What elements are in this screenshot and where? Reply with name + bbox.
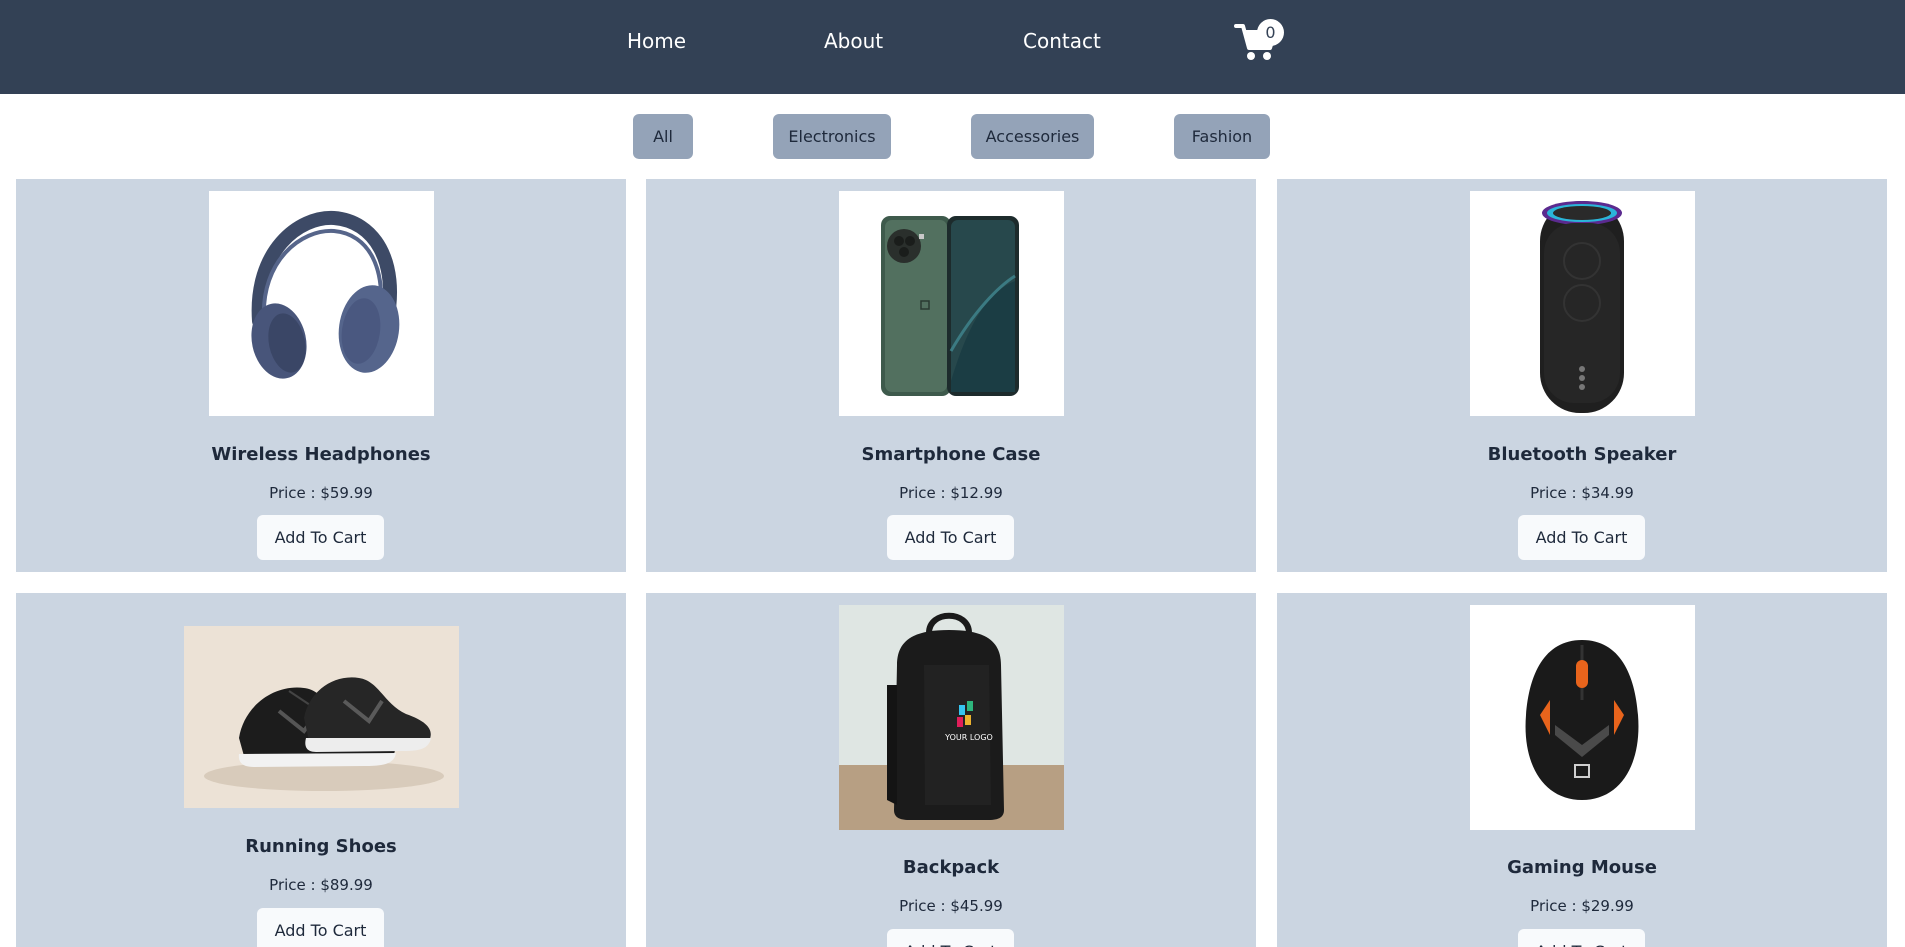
speaker-image bbox=[1470, 191, 1695, 416]
filter-accessories-button[interactable]: Accessories bbox=[971, 114, 1094, 159]
product-price: Price : $59.99 bbox=[269, 484, 373, 502]
add-to-cart-button[interactable]: Add To Cart bbox=[257, 908, 384, 947]
product-card: YOUR LOGO Backpack Price : $45.99 Add To… bbox=[646, 593, 1256, 947]
product-price: Price : $89.99 bbox=[269, 876, 373, 894]
smartphone-image bbox=[839, 191, 1064, 416]
backpack-logo-text: YOUR LOGO bbox=[944, 733, 993, 742]
product-title: Bluetooth Speaker bbox=[1487, 444, 1677, 465]
page: Home About Contact 0 All Electronics Acc… bbox=[0, 0, 1905, 947]
add-to-cart-button[interactable]: Add To Cart bbox=[887, 515, 1014, 560]
product-card: Smartphone Case Price : $12.99 Add To Ca… bbox=[646, 179, 1256, 572]
filter-fashion-button[interactable]: Fashion bbox=[1174, 114, 1270, 159]
product-card: Bluetooth Speaker Price : $34.99 Add To … bbox=[1277, 179, 1887, 572]
shoes-image bbox=[184, 626, 459, 808]
add-to-cart-button[interactable]: Add To Cart bbox=[1518, 929, 1645, 947]
product-title: Backpack bbox=[902, 857, 1000, 878]
cart-count-badge: 0 bbox=[1257, 19, 1284, 46]
product-price: Price : $29.99 bbox=[1530, 897, 1634, 915]
nav-home-link[interactable]: Home bbox=[627, 28, 686, 54]
nav-about-link[interactable]: About bbox=[824, 28, 883, 54]
headphones-image bbox=[209, 191, 434, 416]
product-card: Gaming Mouse Price : $29.99 Add To Cart bbox=[1277, 593, 1887, 947]
product-price: Price : $34.99 bbox=[1530, 484, 1634, 502]
product-card: Running Shoes Price : $89.99 Add To Cart bbox=[16, 593, 626, 947]
product-title: Gaming Mouse bbox=[1507, 857, 1657, 878]
add-to-cart-button[interactable]: Add To Cart bbox=[1518, 515, 1645, 560]
product-title: Smartphone Case bbox=[861, 444, 1041, 465]
add-to-cart-button[interactable]: Add To Cart bbox=[887, 929, 1014, 947]
filter-all-button[interactable]: All bbox=[633, 114, 693, 159]
mouse-image bbox=[1470, 605, 1695, 830]
product-price: Price : $45.99 bbox=[899, 897, 1003, 915]
product-price: Price : $12.99 bbox=[899, 484, 1003, 502]
top-navbar: Home About Contact 0 bbox=[0, 0, 1905, 94]
product-title: Running Shoes bbox=[245, 836, 397, 857]
product-card: Wireless Headphones Price : $59.99 Add T… bbox=[16, 179, 626, 572]
filter-electronics-button[interactable]: Electronics bbox=[773, 114, 891, 159]
nav-contact-link[interactable]: Contact bbox=[1023, 28, 1101, 54]
backpack-image: YOUR LOGO bbox=[839, 605, 1064, 830]
product-title: Wireless Headphones bbox=[211, 444, 431, 465]
add-to-cart-button[interactable]: Add To Cart bbox=[257, 515, 384, 560]
